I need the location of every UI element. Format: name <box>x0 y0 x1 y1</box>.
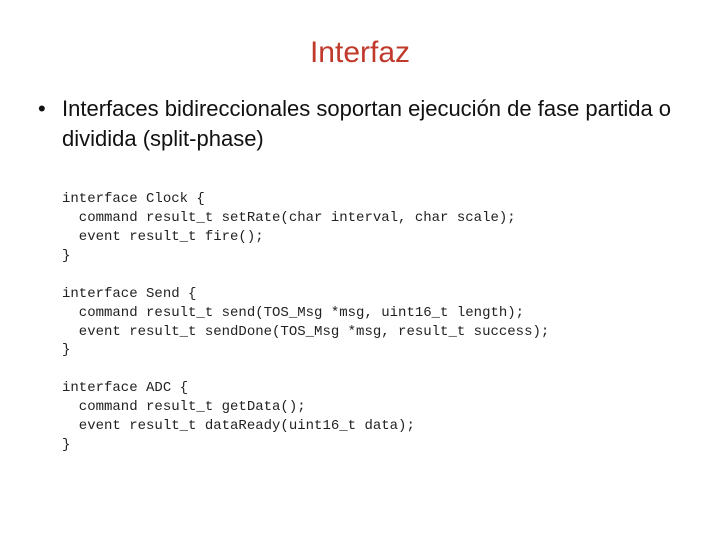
code-line: event result_t dataReady(uint16_t data); <box>62 418 415 434</box>
code-line: } <box>62 248 70 264</box>
code-line: interface ADC { <box>62 380 188 396</box>
code-line: command result_t getData(); <box>62 399 306 415</box>
slide-title: Interfaz <box>36 36 684 70</box>
code-line: interface Clock { <box>62 191 205 207</box>
slide: Interfaz Interfaces bidireccionales sopo… <box>0 0 720 540</box>
bullet-list: Interfaces bidireccionales soportan ejec… <box>38 94 684 153</box>
code-line: command result_t setRate(char interval, … <box>62 210 516 226</box>
code-block: interface Clock { command result_t setRa… <box>62 171 684 473</box>
code-line: } <box>62 437 70 453</box>
code-line: command result_t send(TOS_Msg *msg, uint… <box>62 305 524 321</box>
code-line: interface Send { <box>62 286 196 302</box>
code-line: } <box>62 342 70 358</box>
bullet-item: Interfaces bidireccionales soportan ejec… <box>38 94 684 153</box>
code-line: event result_t fire(); <box>62 229 264 245</box>
code-line: event result_t sendDone(TOS_Msg *msg, re… <box>62 324 549 340</box>
